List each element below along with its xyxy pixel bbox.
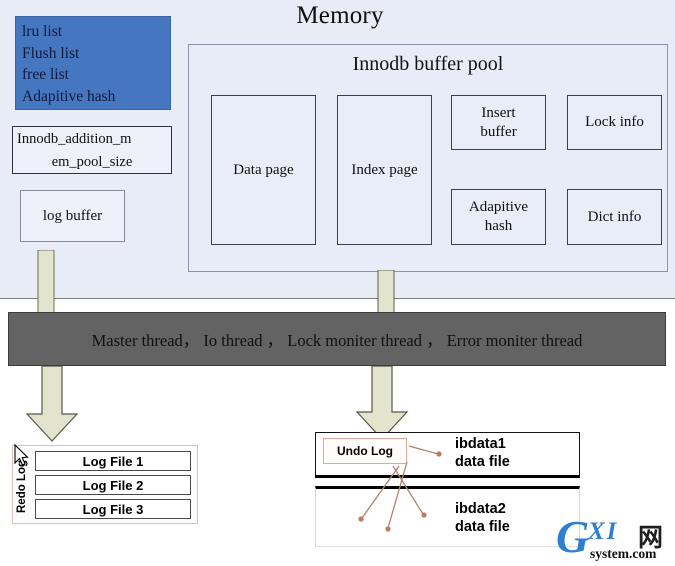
diagram-canvas: Memory lru list Flush list free list Ada… <box>0 0 675 566</box>
adaptive-hash-box: Adapitive hash <box>451 189 546 245</box>
log-file-2: Log File 2 <box>35 475 191 495</box>
buffer-pool-title: Innodb buffer pool <box>352 53 504 75</box>
memory-region: Memory lru list Flush list free list Ada… <box>0 0 675 299</box>
ibdata2-label: ibdata2 data file <box>455 501 510 535</box>
log-buffer-box: log buffer <box>20 190 125 242</box>
ibdata-group: ibdata1 data file ibdata2 data file Undo… <box>315 432 580 547</box>
arrow-threads-to-ibdata <box>352 366 410 440</box>
watermark-g: G <box>556 511 590 562</box>
lru-list-line-3: free list <box>22 66 69 83</box>
log-file-3: Log File 3 <box>35 499 191 519</box>
arrow-threads-to-redo-log <box>24 366 80 442</box>
lock-info-box: Lock info <box>567 95 662 150</box>
log-file-1: Log File 1 <box>35 451 191 471</box>
lru-list-line-4: Adapitive hash <box>22 87 116 105</box>
lru-list-line-2: Flush list <box>22 44 80 62</box>
lru-list-line-1: lru list <box>22 23 63 40</box>
data-page-box: Data page <box>211 95 316 245</box>
ibdata2-rect <box>315 486 580 547</box>
page-title: Memory <box>296 2 384 29</box>
insert-buffer-box: Insert buffer <box>451 95 546 150</box>
watermark: G XI 网 system.com <box>556 511 672 562</box>
arrow-log-buffer-to-threads <box>33 250 59 314</box>
watermark-subtitle: system.com <box>590 546 657 561</box>
mem-pool-line-2: em_pool_size <box>51 154 133 170</box>
redo-log-group: Redo Log Log File 1 Log File 2 Log File … <box>12 445 198 524</box>
mem-pool-line-1: Innodb_addition_m <box>17 131 132 147</box>
ibdata1-label: ibdata1 data file <box>455 436 510 470</box>
arrow-buffer-pool-to-threads <box>373 270 399 314</box>
undo-log-box: Undo Log <box>323 438 407 464</box>
background-threads-bar: Master thread， Io thread ， Lock moniter … <box>8 312 666 366</box>
index-page-box: Index page <box>337 95 432 245</box>
mouse-cursor <box>14 444 29 466</box>
dict-info-box: Dict info <box>567 189 662 245</box>
lru-list-box: lru list Flush list free list Adapitive … <box>15 16 171 110</box>
innodb-buffer-pool: Innodb buffer pool Data page Index page … <box>188 44 668 272</box>
innodb-additional-mem-pool-box: Innodb_addition_m em_pool_size <box>12 126 172 174</box>
watermark-xi: XI <box>588 518 619 545</box>
